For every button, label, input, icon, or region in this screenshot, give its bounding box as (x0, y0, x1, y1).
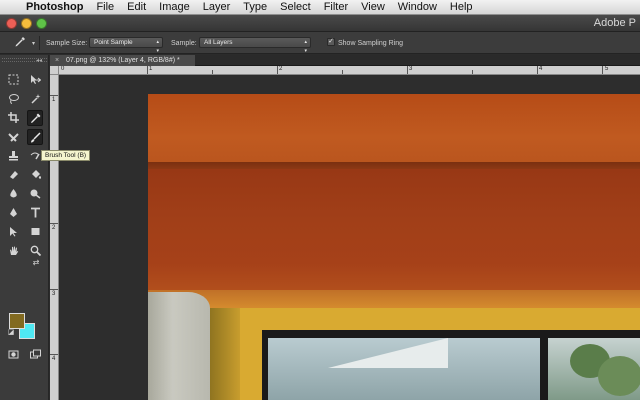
ruler-tick (147, 66, 148, 74)
ruler-label: 0 (61, 66, 65, 72)
window-mullion (540, 330, 548, 400)
ruler-tick (50, 289, 58, 290)
menu-layer[interactable]: Layer (203, 1, 231, 13)
window-glass-left (268, 338, 540, 400)
ruler-label: 1 (149, 66, 153, 72)
healing-brush-tool-icon[interactable] (5, 129, 21, 145)
horizontal-ruler[interactable]: 0 1 2 3 4 5 (59, 66, 640, 75)
sample-select[interactable]: All Layers ▴ ▾ (199, 37, 311, 54)
eyedropper-tool[interactable] (27, 110, 43, 126)
reflected-roof (328, 338, 448, 368)
minimize-window-button[interactable] (21, 18, 32, 29)
ruler-tick (602, 66, 603, 74)
ruler-label: 2 (279, 66, 283, 72)
sample-size-select[interactable]: Point Sample ▴ ▾ (89, 37, 163, 54)
lasso-tool-icon[interactable] (5, 91, 21, 107)
menu-bar: Photoshop File Edit Image Layer Type Sel… (0, 0, 640, 15)
tree-foliage (598, 356, 640, 396)
window-glass-right (548, 338, 640, 400)
sample-size-label: Sample Size: (46, 40, 88, 47)
screen-mode-icon[interactable] (27, 347, 43, 363)
marquee-tool-icon[interactable] (5, 72, 21, 88)
select-arrows-icon: ▴ ▾ (304, 39, 307, 54)
options-divider (39, 36, 40, 50)
window-title: Adobe P (593, 17, 636, 29)
menu-window[interactable]: Window (398, 1, 437, 13)
clone-stamp-tool-icon[interactable] (5, 148, 21, 164)
app-menu[interactable]: Photoshop (26, 1, 83, 13)
close-window-button[interactable] (6, 18, 17, 29)
crop-tool-icon[interactable] (5, 110, 21, 126)
tool-preset-caret-icon[interactable]: ▾ (32, 40, 35, 47)
orange-beam-top (148, 94, 640, 166)
canvas-area[interactable] (60, 76, 640, 400)
ruler-label: 4 (52, 356, 56, 362)
ruler-tick (472, 70, 473, 74)
blur-tool-icon[interactable] (5, 186, 21, 202)
path-selection-tool-icon[interactable] (5, 224, 21, 240)
ruler-tick (50, 354, 58, 355)
vertical-ruler[interactable]: 1 2 3 4 (50, 75, 59, 400)
select-arrows-icon: ▴ ▾ (156, 39, 159, 54)
sample-value: All Layers (204, 39, 233, 46)
magic-wand-tool-icon[interactable] (27, 91, 43, 107)
menu-select[interactable]: Select (280, 1, 311, 13)
type-tool-icon[interactable] (27, 205, 43, 221)
ruler-label: 4 (539, 66, 543, 72)
grey-pillar (148, 292, 210, 400)
paint-bucket-tool-icon[interactable] (27, 167, 43, 183)
rectangle-tool-icon[interactable] (27, 224, 43, 240)
show-sampling-ring-checkbox[interactable]: ✓ (327, 38, 335, 46)
menu-image[interactable]: Image (159, 1, 190, 13)
sample-size-value: Point Sample (94, 39, 133, 46)
pen-tool-icon[interactable] (5, 205, 21, 221)
ruler-label: 5 (605, 66, 609, 72)
show-sampling-ring-label[interactable]: Show Sampling Ring (338, 40, 403, 47)
ruler-tick (342, 70, 343, 74)
ruler-origin[interactable] (50, 66, 59, 75)
menu-filter[interactable]: Filter (324, 1, 348, 13)
ruler-tick (50, 223, 58, 224)
options-bar: ▾ Sample Size: Point Sample ▴ ▾ Sample: A… (0, 32, 640, 54)
tools-panel: ◂◂ ⇄ ◪ (0, 55, 49, 400)
pillar-shadow (210, 308, 240, 400)
foreground-color-swatch[interactable] (9, 313, 25, 329)
hand-tool-icon[interactable] (5, 243, 21, 259)
move-tool-icon[interactable] (27, 72, 43, 88)
ruler-tick (407, 66, 408, 74)
ruler-label: 3 (409, 66, 413, 72)
zoom-window-button[interactable] (36, 18, 47, 29)
ruler-label: 2 (52, 225, 56, 231)
eyedropper-icon[interactable] (14, 36, 28, 50)
orange-beam (148, 169, 640, 295)
menu-help[interactable]: Help (450, 1, 473, 13)
ruler-label: 3 (52, 291, 56, 297)
brush-tool-icon[interactable] (27, 129, 43, 145)
close-document-icon[interactable]: × (55, 55, 59, 66)
eraser-tool-icon[interactable] (5, 167, 21, 183)
ruler-tick (537, 66, 538, 74)
sample-label: Sample: (171, 40, 197, 47)
document-image[interactable] (148, 94, 640, 400)
document-tab-title: 07.png @ 132% (Layer 4, RGB/8#) * (66, 57, 180, 64)
menu-view[interactable]: View (361, 1, 385, 13)
menu-file[interactable]: File (96, 1, 114, 13)
tool-tooltip: Brush Tool (B) (41, 150, 91, 161)
window-title-bar: Adobe P (0, 15, 640, 32)
quick-mask-icon[interactable] (5, 347, 21, 363)
menu-type[interactable]: Type (243, 1, 267, 13)
ruler-tick (50, 95, 58, 96)
dodge-tool-icon[interactable] (27, 186, 43, 202)
menu-edit[interactable]: Edit (127, 1, 146, 13)
ruler-tick (277, 66, 278, 74)
document-tab-bar: × 07.png @ 132% (Layer 4, RGB/8#) * (50, 55, 640, 66)
collapse-panel-icon[interactable]: ◂◂ (36, 57, 42, 64)
document-tab[interactable]: × 07.png @ 132% (Layer 4, RGB/8#) * (50, 55, 195, 66)
swap-colors-icon[interactable]: ⇄ (28, 255, 44, 271)
ruler-label: 1 (52, 97, 56, 103)
ruler-tick (212, 70, 213, 74)
